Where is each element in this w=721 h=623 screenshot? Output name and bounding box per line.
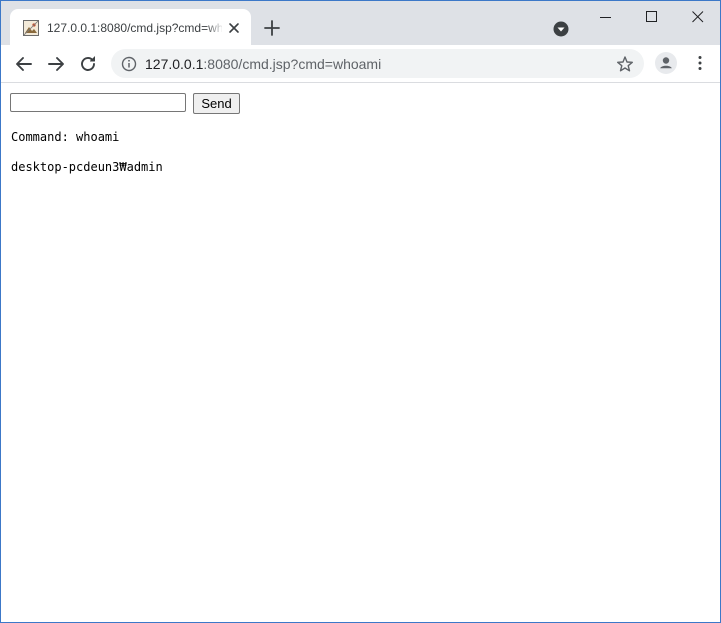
address-bar[interactable]: 127.0.0.1:8080/cmd.jsp?cmd=whoami: [111, 49, 644, 78]
browser-toolbar: 127.0.0.1:8080/cmd.jsp?cmd=whoami: [1, 45, 720, 83]
profile-avatar-icon[interactable]: [655, 52, 677, 74]
back-arrow-icon[interactable]: [13, 53, 35, 75]
command-output-text: desktop-pcdeun3₩admin: [11, 160, 163, 174]
site-info-icon[interactable]: [121, 56, 137, 72]
tab-close-icon[interactable]: [226, 20, 242, 36]
active-tab[interactable]: 127.0.0.1:8080/cmd.jsp?cmd=whoami: [10, 9, 251, 45]
browser-window: 127.0.0.1:8080/cmd.jsp?cmd=whoami: [0, 0, 721, 623]
window-close-button[interactable]: [675, 1, 720, 33]
window-minimize-button[interactable]: [583, 1, 629, 33]
page-content: Send Command: whoami desktop-pcdeun3₩adm…: [1, 83, 720, 622]
reload-icon[interactable]: [77, 53, 99, 75]
broken-image-favicon-icon: [23, 20, 39, 36]
more-menu-icon[interactable]: [691, 54, 709, 72]
window-maximize-button[interactable]: [629, 1, 675, 33]
tab-strip: 127.0.0.1:8080/cmd.jsp?cmd=whoami: [1, 1, 720, 45]
send-button[interactable]: Send: [193, 93, 240, 114]
new-tab-plus-icon[interactable]: [261, 17, 283, 39]
tab-title-fade: [206, 18, 224, 38]
bookmark-star-icon[interactable]: [616, 55, 634, 73]
address-url[interactable]: 127.0.0.1:8080/cmd.jsp?cmd=whoami: [145, 55, 381, 73]
command-echo-text: Command: whoami: [11, 130, 120, 144]
tab-search-dropdown-icon[interactable]: [552, 20, 570, 38]
forward-arrow-icon[interactable]: [45, 53, 67, 75]
url-host: 127.0.0.1: [145, 56, 204, 72]
tab-title: 127.0.0.1:8080/cmd.jsp?cmd=whoami: [47, 21, 222, 35]
url-path: :8080/cmd.jsp?cmd=whoami: [203, 56, 382, 72]
command-input[interactable]: [10, 93, 186, 112]
